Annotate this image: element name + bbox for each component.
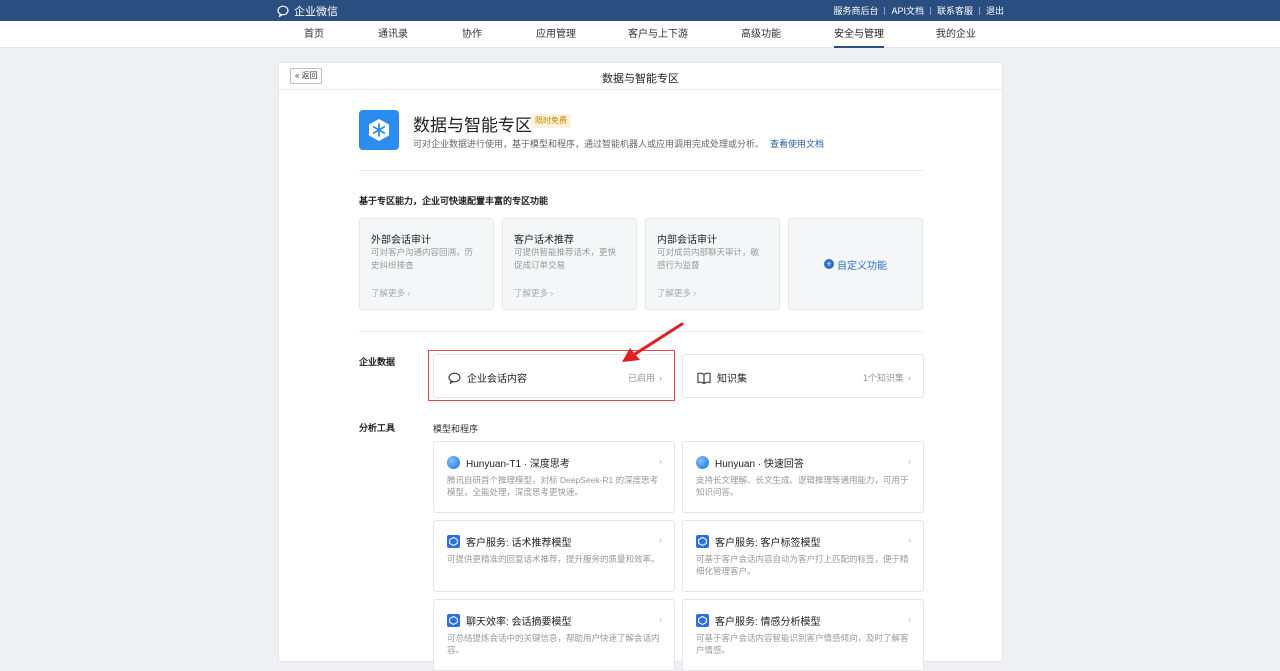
model-card-hunyuan-fast[interactable]: Hunyuan · 快速回答 支持长文理解、长文生成、逻辑推理等通用能力，可用于…: [682, 441, 924, 513]
custom-feature-button[interactable]: + 自定义功能: [824, 257, 887, 272]
model-title: 客户服务: 情感分析模型: [715, 617, 821, 628]
separator: [978, 6, 980, 15]
nav-app-management[interactable]: 应用管理: [536, 21, 576, 48]
hunyuan-icon: [447, 456, 460, 469]
top-bar: 企业微信 服务商后台 API文档 联系客服 退出: [0, 0, 1280, 21]
model-title: 客户服务: 话术推荐模型: [466, 538, 572, 549]
chevron-right-icon: ›: [908, 456, 911, 466]
link-logout[interactable]: 退出: [986, 4, 1004, 17]
model-title: 客户服务: 客户标签模型: [715, 538, 821, 549]
model-title: 聊天效率: 会话摘要模型: [466, 617, 572, 628]
feature-card-internal-audit[interactable]: 内部会话审计 可对成员内部聊天审计，敏感行为监督 了解更多 ›: [645, 218, 780, 310]
chevron-right-icon: ›: [659, 535, 662, 545]
divider: [359, 331, 923, 332]
model-card-summary[interactable]: 聊天效率: 会话摘要模型 可总结提炼会话中的关键信息，帮助用户快速了解会话内容。…: [433, 599, 675, 671]
learn-more-link[interactable]: 了解更多 ›: [514, 287, 553, 299]
nav-advanced[interactable]: 高级功能: [741, 21, 781, 48]
logo-text: 企业微信: [294, 6, 338, 18]
page-title: 数据与智能专区: [602, 73, 679, 85]
models-sub-label: 模型和程序: [433, 424, 479, 434]
hero-desc-text: 可对企业数据进行使用，基于模型和程序，通过智能机器人或应用调用完成处理或分析。: [413, 139, 765, 149]
data-card-knowledge[interactable]: 知识集 1个知识集 ›: [682, 354, 924, 398]
data-zone-icon: [359, 110, 399, 150]
nav-security[interactable]: 安全与管理: [834, 21, 884, 48]
feature-card-script-recommend[interactable]: 客户话术推荐 可提供智能推荐话术，更快促成订单交易 了解更多 ›: [502, 218, 637, 310]
model-card-sentiment[interactable]: 客户服务: 情感分析模型 可基于客户会话内容智能识别客户情感倾向，及时了解客户情…: [682, 599, 924, 671]
model-cube-icon: [696, 614, 709, 627]
hero-description: 可对企业数据进行使用，基于模型和程序，通过智能机器人或应用调用完成处理或分析。查…: [413, 137, 824, 150]
separator: [929, 6, 931, 15]
analysis-tools-label: 分析工具: [359, 423, 396, 433]
main-nav: 首页 通讯录 协作 应用管理 客户与上下游 高级功能 安全与管理 我的企业: [0, 21, 1280, 48]
chevron-right-icon: ›: [659, 614, 662, 624]
model-desc: 可基于客户会话内容自动为客户打上匹配的标签，便于精细化管理客户。: [696, 554, 909, 576]
plus-icon: +: [824, 259, 834, 269]
model-card-script-recommend[interactable]: 客户服务: 话术推荐模型 可提供更精准的回复话术推荐，提升服务的质量和效率。 ›: [433, 520, 675, 592]
data-card-right: 1个知识集 ›: [863, 371, 911, 384]
data-card-title: 知识集: [717, 374, 747, 385]
model-cube-icon: [447, 614, 460, 627]
status-label: 1个知识集: [862, 373, 904, 383]
link-api-docs[interactable]: API文档: [891, 4, 924, 17]
top-links: 服务商后台 API文档 联系客服 退出: [833, 4, 1004, 17]
model-cube-icon: [696, 535, 709, 548]
model-card-header: Hunyuan · 快速回答: [696, 455, 804, 470]
model-title: Hunyuan · 快速回答: [715, 459, 804, 470]
data-card-left: 知识集: [697, 370, 747, 385]
nav-contacts[interactable]: 通讯录: [378, 21, 408, 48]
feature-card-title: 客户话术推荐: [514, 235, 574, 246]
nav-my-enterprise[interactable]: 我的企业: [936, 21, 976, 48]
feature-card-desc: 可对成员内部聊天审计，敏感行为监督: [657, 247, 760, 270]
link-contact-support[interactable]: 联系客服: [937, 4, 973, 17]
feature-card-title: 内部会话审计: [657, 235, 717, 246]
model-cube-icon: [447, 535, 460, 548]
model-desc: 可提供更精准的回复话术推荐，提升服务的质量和效率。: [447, 554, 660, 564]
chevron-right-icon: ›: [659, 456, 662, 466]
hero-title: 数据与智能专区: [413, 116, 532, 135]
model-card-customer-tag[interactable]: 客户服务: 客户标签模型 可基于客户会话内容自动为客户打上匹配的标签，便于精细化…: [682, 520, 924, 592]
nav-collaboration[interactable]: 协作: [462, 21, 482, 48]
model-card-header: 客户服务: 话术推荐模型: [447, 534, 572, 549]
main-panel: « 返回 数据与智能专区 数据与智能专区 限时免费 可对企业数据进行使用，基于模…: [278, 62, 1003, 671]
nav-customers[interactable]: 客户与上下游: [628, 21, 688, 48]
logo[interactable]: 企业微信: [277, 3, 338, 19]
learn-more-link[interactable]: 了解更多 ›: [657, 287, 696, 299]
feature-card-title: 外部会话审计: [371, 235, 431, 246]
chevron-right-icon: ›: [908, 535, 911, 545]
feature-card-desc: 可对客户沟通内容回溯，历史纠纷排查: [371, 247, 474, 270]
enterprise-data-label: 企业数据: [359, 357, 396, 367]
chevron-right-icon: ›: [908, 372, 911, 383]
chevron-right-icon: ›: [908, 614, 911, 624]
model-desc: 腾讯自研首个推理模型，对标 DeepSeek-R1 的深度思考模型，全能处理，深…: [447, 475, 659, 497]
wecom-logo-icon: [277, 5, 289, 17]
divider: [359, 170, 923, 171]
panel-header: « 返回 数据与智能专区: [279, 63, 1002, 90]
learn-more-link[interactable]: 了解更多 ›: [371, 287, 410, 299]
model-card-header: Hunyuan-T1 · 深度思考: [447, 455, 570, 470]
separator: [884, 6, 886, 15]
docs-link[interactable]: 查看使用文档: [770, 139, 824, 149]
model-desc: 支持长文理解、长文生成、逻辑推理等通用能力，可用于知识问答。: [696, 475, 909, 497]
model-card-header: 客户服务: 客户标签模型: [696, 534, 821, 549]
features-title: 基于专区能力，企业可快速配置丰富的专区功能: [359, 196, 549, 206]
model-card-header: 聊天效率: 会话摘要模型: [447, 613, 572, 628]
book-icon: [697, 372, 711, 384]
custom-feature-label: 自定义功能: [837, 260, 887, 272]
model-card-hunyuan-t1[interactable]: Hunyuan-T1 · 深度思考 腾讯自研首个推理模型，对标 DeepSeek…: [433, 441, 675, 513]
feature-card-external-audit[interactable]: 外部会话审计 可对客户沟通内容回溯，历史纠纷排查 了解更多 ›: [359, 218, 494, 310]
model-title: Hunyuan-T1 · 深度思考: [466, 459, 570, 470]
model-card-header: 客户服务: 情感分析模型: [696, 613, 821, 628]
custom-feature-card[interactable]: + 自定义功能: [788, 218, 923, 310]
nav-home[interactable]: 首页: [304, 21, 324, 48]
model-desc: 可总结提炼会话中的关键信息，帮助用户快速了解会话内容。: [447, 633, 660, 655]
annotation-highlight-box: [428, 350, 675, 401]
link-service-provider[interactable]: 服务商后台: [833, 4, 878, 17]
feature-card-desc: 可提供智能推荐话术，更快促成订单交易: [514, 247, 617, 270]
free-badge: 限时免费: [531, 114, 571, 128]
hunyuan-icon: [696, 456, 709, 469]
model-desc: 可基于客户会话内容智能识别客户情感倾向，及时了解客户情感。: [696, 633, 909, 655]
